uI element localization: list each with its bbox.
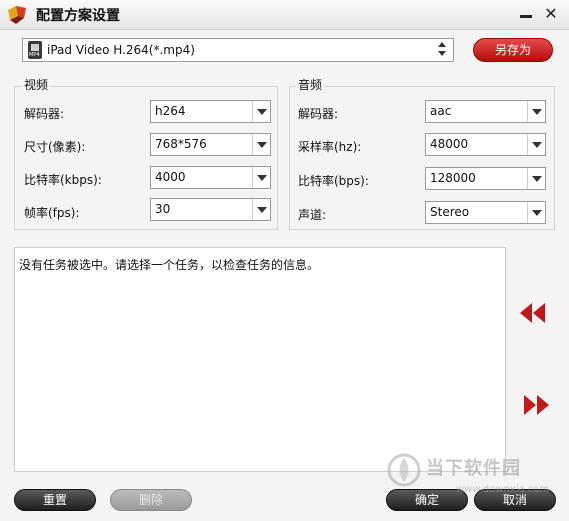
app-logo-icon <box>8 6 26 24</box>
reset-button[interactable]: 重置 <box>14 489 96 511</box>
audio-channel-label: 声道: <box>298 208 327 222</box>
dropdown-button[interactable] <box>252 134 270 155</box>
audio-bitrate-value: 128000 <box>430 171 476 185</box>
preset-value: iPad Video H.264(*.mp4) <box>47 43 195 57</box>
save-as-button[interactable]: 另存为 <box>473 38 553 62</box>
dropdown-button[interactable] <box>527 168 545 189</box>
video-bitrate-label: 比特率(kbps): <box>24 173 102 187</box>
chevron-down-icon <box>257 109 267 115</box>
audio-samplerate-label: 采样率(hz): <box>298 140 362 154</box>
chevron-down-icon <box>532 176 542 182</box>
video-size-select[interactable]: 768*576 <box>150 133 271 156</box>
audio-samplerate-select[interactable]: 48000 <box>425 133 546 156</box>
chevron-down-icon <box>257 175 267 181</box>
mp4-file-icon: MP4 <box>28 41 42 59</box>
watermark-logo-icon <box>387 453 421 487</box>
dropdown-button[interactable] <box>527 202 545 223</box>
dropdown-button[interactable] <box>527 101 545 122</box>
chevron-down-icon <box>532 210 542 216</box>
video-bitrate-select[interactable]: 4000 <box>150 166 271 189</box>
preset-select[interactable]: MP4 iPad Video H.264(*.mp4) <box>22 38 454 62</box>
audio-codec-value: aac <box>430 104 452 118</box>
video-size-value: 768*576 <box>155 137 207 151</box>
audio-group-title: 音频 <box>296 76 325 93</box>
video-framerate-select[interactable]: 30 <box>150 198 271 221</box>
title-bar: 配置方案设置 ✕ <box>0 0 569 30</box>
audio-codec-select[interactable]: aac <box>425 100 546 123</box>
video-framerate-value: 30 <box>155 202 171 216</box>
video-size-label: 尺寸(像素): <box>24 140 86 154</box>
audio-bitrate-label: 比特率(bps): <box>298 174 369 188</box>
dropdown-button[interactable] <box>527 134 545 155</box>
audio-channel-select[interactable]: Stereo <box>425 201 546 224</box>
close-icon: ✕ <box>544 4 558 23</box>
watermark-url: www.downxia.com <box>456 484 550 495</box>
video-framerate-label: 帧率(fps): <box>24 206 80 220</box>
audio-samplerate-value: 48000 <box>430 137 469 151</box>
video-codec-label: 解码器: <box>24 107 65 121</box>
chevron-down-icon <box>532 142 542 148</box>
video-group-title: 视频 <box>22 76 51 93</box>
updown-arrows-icon <box>437 42 447 58</box>
delete-button[interactable]: 删除 <box>110 489 192 511</box>
watermark: 当下软件园 www.downxia.com <box>380 448 560 508</box>
video-codec-select[interactable]: h264 <box>150 100 271 123</box>
task-info-message: 没有任务被选中。请选择一个任务，以检查任务的信息。 <box>19 258 320 272</box>
video-codec-value: h264 <box>155 104 186 118</box>
task-info-panel: 没有任务被选中。请选择一个任务，以检查任务的信息。 <box>14 247 506 472</box>
chevron-down-icon <box>257 142 267 148</box>
audio-channel-value: Stereo <box>430 205 470 219</box>
window-title: 配置方案设置 <box>36 8 120 24</box>
dropdown-button[interactable] <box>252 167 270 188</box>
watermark-text: 当下软件园 <box>426 458 521 479</box>
minimize-icon <box>520 15 532 18</box>
dropdown-button[interactable] <box>252 199 270 220</box>
minimize-button[interactable] <box>517 4 535 24</box>
chevron-down-icon <box>257 207 267 213</box>
dropdown-button[interactable] <box>252 101 270 122</box>
close-button[interactable]: ✕ <box>542 4 560 24</box>
video-bitrate-value: 4000 <box>155 170 186 184</box>
chevron-down-icon <box>532 109 542 115</box>
audio-bitrate-select[interactable]: 128000 <box>425 167 546 190</box>
next-task-icon[interactable] <box>522 394 552 416</box>
audio-codec-label: 解码器: <box>298 107 339 121</box>
previous-task-icon[interactable] <box>518 302 548 324</box>
